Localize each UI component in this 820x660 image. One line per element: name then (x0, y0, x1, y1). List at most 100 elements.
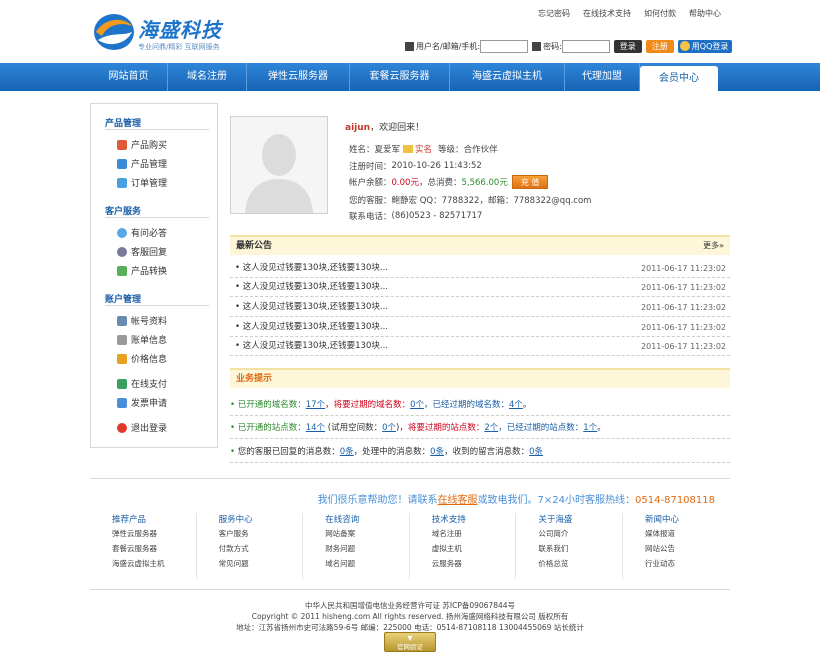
footer-col-title: 推荐产品 (112, 515, 147, 525)
flag-icon (117, 353, 127, 364)
sidebar-item-prices[interactable]: 价格信息 (105, 349, 209, 368)
logo[interactable]: 海盛科技 专业问鼎/精彩 互联网服务 (92, 10, 252, 56)
bullet: • (230, 447, 238, 457)
yen-icon (117, 378, 127, 389)
online-service-link[interactable]: 在线客服 (438, 495, 478, 506)
site-expired-count[interactable]: 1个 (583, 423, 597, 433)
sidebar-item-orders[interactable]: 订单管理 (105, 173, 209, 192)
how-to-pay-link[interactable]: 如何付款 (644, 8, 676, 24)
nav-package-cloud[interactable]: 套餐云服务器 (350, 63, 450, 91)
online-support-link[interactable]: 在线技术支持 (583, 8, 631, 24)
sidebar-item-label: 在线支付 (131, 380, 168, 390)
recharge-button[interactable]: 充 值 (511, 175, 549, 189)
nav-home[interactable]: 网站首页 (90, 63, 168, 91)
notice-date: 2011-06-17 11:23:02 (641, 323, 726, 332)
footer-link[interactable]: 弹性云服务器 (112, 528, 196, 543)
notice-date: 2011-06-17 11:23:02 (641, 283, 726, 292)
list-icon (117, 177, 127, 188)
help-center-link[interactable]: 帮助中心 (689, 8, 721, 24)
username-input[interactable] (480, 39, 529, 53)
sidebar-item-reply[interactable]: 客服回复 (105, 242, 209, 261)
footer-link[interactable]: 价格总览 (538, 558, 622, 573)
footer-link[interactable]: 媒体报道 (645, 528, 730, 543)
list-item[interactable]: • 这人没见过钱要130块,还钱要130块... 2011-06-17 11:2… (230, 318, 730, 337)
footer-link[interactable]: 域名注册 (432, 528, 516, 543)
footer-link[interactable]: 域名问题 (325, 558, 409, 573)
transfer-icon (117, 265, 127, 276)
phone-label: 联系电话： (349, 212, 392, 222)
password-input[interactable] (561, 39, 610, 53)
notices-header: 最新公告 更多» (230, 235, 730, 255)
footer-link[interactable]: 常见问题 (219, 558, 303, 573)
footer-link[interactable]: 网站公告 (645, 543, 730, 558)
site-tip-row: • 已开通的站点数：14个 (试用空间数：0个)，将要过期的站点数：2个，已经过… (230, 417, 730, 439)
login-button[interactable]: 登录 (613, 39, 642, 53)
sidebar-item-convert[interactable]: 产品转换 (105, 261, 209, 280)
verification-badge[interactable]: ▼ 官网验证 (384, 632, 436, 652)
footer-link[interactable]: 海盛云虚拟主机 (112, 558, 196, 573)
total-value: 5,566.00元 (461, 178, 508, 188)
footer-link[interactable]: 公司简介 (538, 528, 622, 543)
list-item[interactable]: • 这人没见过钱要130块,还钱要130块... 2011-06-17 11:2… (230, 337, 730, 356)
level-value: 合作伙伴 (463, 145, 498, 155)
sidebar-group-title: 产品管理 (105, 116, 209, 130)
notices-more-link[interactable]: 更多» (703, 237, 724, 255)
realname-badge: 实名 (415, 145, 433, 155)
nav-domain[interactable]: 域名注册 (168, 63, 247, 91)
site-trial-count[interactable]: 0个 (382, 423, 396, 433)
tips-header: 业务提示 (230, 368, 730, 388)
nav-virtual-host[interactable]: 海盛云虚拟主机 (450, 63, 565, 91)
site-open-count[interactable]: 14个 (306, 423, 325, 433)
footer-link[interactable]: 客户服务 (219, 528, 303, 543)
sidebar-item-label: 订单管理 (131, 179, 168, 189)
footer-link[interactable]: 套餐云服务器 (112, 543, 196, 558)
sidebar-item-qa[interactable]: 有问必答 (105, 223, 209, 242)
footer-col-title: 在线咨询 (325, 515, 360, 525)
footer-link[interactable]: 付款方式 (219, 543, 303, 558)
sidebar-item-label: 退出登录 (131, 424, 168, 434)
brand-slogan: 专业问鼎/精彩 互联网服务 (138, 43, 220, 51)
sidebar-item-invoice[interactable]: 发票申请 (105, 393, 209, 412)
register-button[interactable]: 注册 (645, 39, 674, 53)
footer-link[interactable]: 行业动态 (645, 558, 730, 573)
nav-member-center[interactable]: 会员中心 (640, 66, 718, 91)
domain-open-count[interactable]: 17个 (306, 400, 325, 410)
sidebar-group-title: 账户管理 (105, 292, 209, 306)
processing-count[interactable]: 0条 (430, 447, 444, 457)
forgot-password-link[interactable]: 忘记密码 (538, 8, 570, 24)
bullet: • (230, 423, 238, 433)
footer-col-title: 关于海盛 (538, 515, 573, 525)
notices-title: 最新公告 (236, 241, 273, 251)
phone-value: (86)0523 - 82571717 (391, 211, 483, 221)
sidebar-item-bills[interactable]: 账单信息 (105, 330, 209, 349)
nav-agent[interactable]: 代理加盟 (565, 63, 640, 91)
footer-link[interactable]: 虚拟主机 (432, 543, 516, 558)
qq-login-button[interactable]: 用QQ登录 (677, 39, 733, 53)
footer-link[interactable]: 财务问题 (325, 543, 409, 558)
user-icon (405, 41, 414, 51)
domain-expiring-count[interactable]: 0个 (410, 400, 424, 410)
verification-label: 官网验证 (397, 643, 423, 651)
sidebar-item-buy[interactable]: 产品购买 (105, 135, 209, 154)
sidebar-item-profile[interactable]: 帐号资料 (105, 311, 209, 330)
support-value: 鲍静宏 QQ：7788322，邮箱：7788322@qq.com (391, 196, 592, 206)
nav-elastic-cloud[interactable]: 弹性云服务器 (247, 63, 350, 91)
sidebar-item-pay[interactable]: 在线支付 (105, 374, 209, 393)
replied-count[interactable]: 0条 (340, 447, 354, 457)
list-item[interactable]: • 这人没见过钱要130块,还钱要130块... 2011-06-17 11:2… (230, 278, 730, 297)
welcome-message: ，欢迎回来！ (370, 123, 425, 133)
footer-link[interactable]: 云服务器 (432, 558, 516, 573)
received-count[interactable]: 0条 (529, 447, 543, 457)
name-label: 姓名： (349, 145, 375, 155)
sidebar-item-manage[interactable]: 产品管理 (105, 154, 209, 173)
footer-link[interactable]: 联系我们 (538, 543, 622, 558)
site-expiring-count[interactable]: 2个 (484, 423, 498, 433)
list-item[interactable]: • 这人没见过钱要130块,还钱要130块... 2011-06-17 11:2… (230, 298, 730, 317)
sidebar-item-logout[interactable]: 退出登录 (105, 418, 209, 437)
footer-link[interactable]: 网站备案 (325, 528, 409, 543)
list-item[interactable]: • 这人没见过钱要130块,还钱要130块... 2011-06-17 11:2… (230, 259, 730, 278)
profile-phone-row: 联系电话： (86)0523 - 82571717 (349, 210, 482, 222)
domain-expired-count[interactable]: 4个 (509, 400, 523, 410)
avatar (230, 116, 328, 214)
footer-col-consult: 在线咨询 网站备案 财务问题 域名问题 (303, 513, 410, 579)
